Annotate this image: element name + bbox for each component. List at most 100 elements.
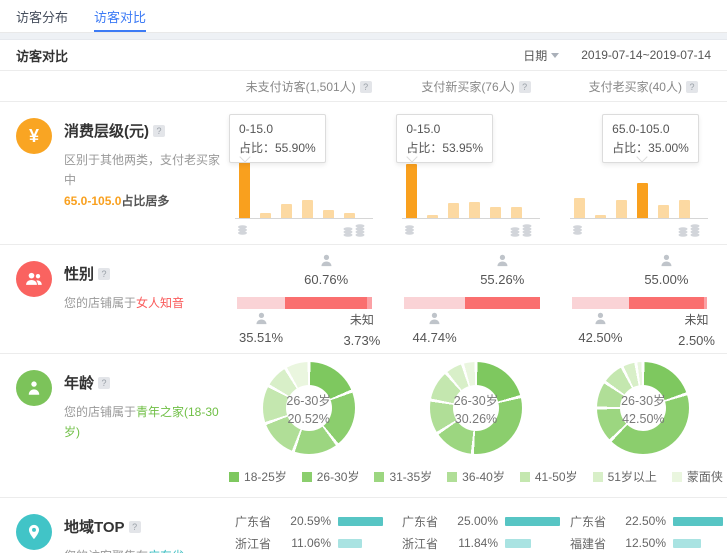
consumption-chart: 0-15.0占比：53.95%: [392, 102, 559, 244]
province-bar[interactable]: [673, 539, 701, 548]
section-title-age: 年龄: [64, 372, 94, 393]
coins-large-icon: [510, 224, 533, 237]
consumption-charts: 0-15.0占比：55.90%0-15.0占比：53.95%65.0-105.0…: [225, 102, 727, 244]
unknown-segment[interactable]: [367, 297, 372, 309]
region-row: 广东省22.50%: [570, 510, 727, 532]
age-description: 您的店铺属于青年之家(18-30岁): [64, 402, 225, 443]
legend-item[interactable]: 26-30岁: [302, 468, 360, 485]
province-label: 广东省: [570, 513, 620, 530]
tooltip-share: 占比：35.00%: [612, 139, 689, 158]
legend-label: 蒙面侠: [687, 468, 723, 485]
province-bar[interactable]: [505, 539, 531, 548]
yuan-icon: [16, 118, 52, 154]
age-donut[interactable]: 26-30岁30.26%: [430, 362, 522, 454]
consumption-bar[interactable]: [679, 200, 690, 218]
gender-chart: 55.26%44.74%: [392, 245, 559, 353]
unknown-share: 未知3.73%: [343, 311, 380, 352]
person-marker-icon: [659, 253, 674, 268]
province-label: 浙江省: [402, 535, 452, 552]
tooltip-range: 65.0-105.0: [612, 120, 689, 139]
bar-tooltip: 65.0-105.0占比：35.00%: [602, 114, 699, 163]
help-icon[interactable]: [360, 81, 372, 93]
person-marker-icon: [254, 311, 269, 326]
consumption-bar[interactable]: [616, 200, 627, 218]
chart-axis: [570, 218, 708, 219]
consumption-bar[interactable]: [448, 203, 459, 218]
consumption-bar[interactable]: [574, 198, 585, 218]
panel-header: 访客对比 日期 2019-07-14~2019-07-14: [0, 40, 727, 71]
gender-bar[interactable]: [572, 297, 707, 309]
consumption-bar[interactable]: [239, 162, 250, 218]
legend-item[interactable]: 41-50岁: [520, 468, 578, 485]
section-title-region: 地域TOP: [64, 516, 125, 537]
column-header-unpaid: 未支付访客(1,501人): [225, 78, 392, 95]
date-range-picker[interactable]: 2019-07-14~2019-07-14: [581, 48, 711, 62]
section-title-gender: 性别: [64, 263, 94, 284]
help-icon[interactable]: [129, 521, 141, 533]
gender-bar[interactable]: [404, 297, 539, 309]
gender-bar[interactable]: [237, 297, 372, 309]
legend-swatch: [229, 472, 239, 482]
legend-swatch: [302, 472, 312, 482]
coin-small-icon: [237, 225, 248, 235]
province-bar[interactable]: [338, 517, 383, 526]
date-type-select[interactable]: 日期: [523, 47, 559, 64]
chart-axis: [235, 218, 373, 219]
unknown-segment[interactable]: [704, 297, 707, 309]
male-segment[interactable]: [572, 297, 630, 309]
region-row: 广东省20.59%: [235, 510, 392, 532]
column-header-old-buyers: 支付老买家(40人): [560, 78, 727, 95]
region-row: 福建省12.50%: [570, 532, 727, 553]
coin-small-icon: [572, 225, 583, 235]
age-donut[interactable]: 26-30岁20.52%: [263, 362, 355, 454]
help-icon[interactable]: [519, 81, 531, 93]
province-bar[interactable]: [505, 517, 560, 526]
section-age: 年龄 您的店铺属于青年之家(18-30岁) 26-30岁20.52%26-30岁…: [0, 354, 727, 498]
help-icon[interactable]: [98, 377, 110, 389]
gender-charts: 60.76%35.51%未知3.73%55.26%44.74%55.00%42.…: [225, 245, 727, 353]
help-icon[interactable]: [686, 81, 698, 93]
consumption-bar[interactable]: [406, 164, 417, 218]
female-segment[interactable]: [465, 297, 540, 309]
consumption-bar[interactable]: [469, 202, 480, 218]
province-label: 广东省: [402, 513, 452, 530]
province-share: 11.06%: [285, 536, 331, 550]
male-segment[interactable]: [237, 297, 285, 309]
age-charts: 26-30岁20.52% 26-30岁30.26% 26-30岁42.50%: [225, 354, 727, 458]
page-gap-band: [0, 33, 727, 40]
tooltip-range: 0-15.0: [239, 120, 316, 139]
female-segment[interactable]: [629, 297, 703, 309]
consumption-bar[interactable]: [302, 200, 313, 218]
male-share: 35.51%: [239, 311, 283, 345]
legend-item[interactable]: 51岁以上: [593, 468, 657, 485]
legend-swatch: [593, 472, 603, 482]
consumption-bar[interactable]: [511, 207, 522, 218]
province-bar[interactable]: [673, 517, 723, 526]
person-icon: [16, 370, 52, 406]
consumption-bar[interactable]: [281, 204, 292, 218]
consumption-bar[interactable]: [490, 207, 501, 218]
consumption-description: 区别于其他两类，支付老买家中 65.0-105.0占比居多: [64, 150, 225, 211]
tab-visitor-comparison[interactable]: 访客对比: [94, 0, 146, 32]
province-bar[interactable]: [338, 539, 362, 548]
consumption-bar[interactable]: [323, 210, 334, 218]
legend-item[interactable]: 蒙面侠: [672, 468, 723, 485]
legend-item[interactable]: 36-40岁: [447, 468, 505, 485]
legend-label: 18-25岁: [244, 468, 287, 485]
province-label: 浙江省: [235, 535, 285, 552]
person-marker-icon: [427, 311, 442, 326]
legend-label: 26-30岁: [317, 468, 360, 485]
legend-item[interactable]: 18-25岁: [229, 468, 287, 485]
person-marker-icon: [319, 253, 334, 268]
help-icon[interactable]: [98, 268, 110, 280]
consumption-bar[interactable]: [658, 205, 669, 218]
consumption-bar[interactable]: [637, 183, 648, 218]
female-segment[interactable]: [285, 297, 367, 309]
help-icon[interactable]: [153, 125, 165, 137]
column-headers: 未支付访客(1,501人) 支付新买家(76人) 支付老买家(40人): [0, 71, 727, 102]
age-donut[interactable]: 26-30岁42.50%: [597, 362, 689, 454]
province-share: 25.00%: [452, 514, 498, 528]
legend-item[interactable]: 31-35岁: [374, 468, 432, 485]
tab-visitor-distribution[interactable]: 访客分布: [16, 0, 68, 32]
male-segment[interactable]: [404, 297, 465, 309]
